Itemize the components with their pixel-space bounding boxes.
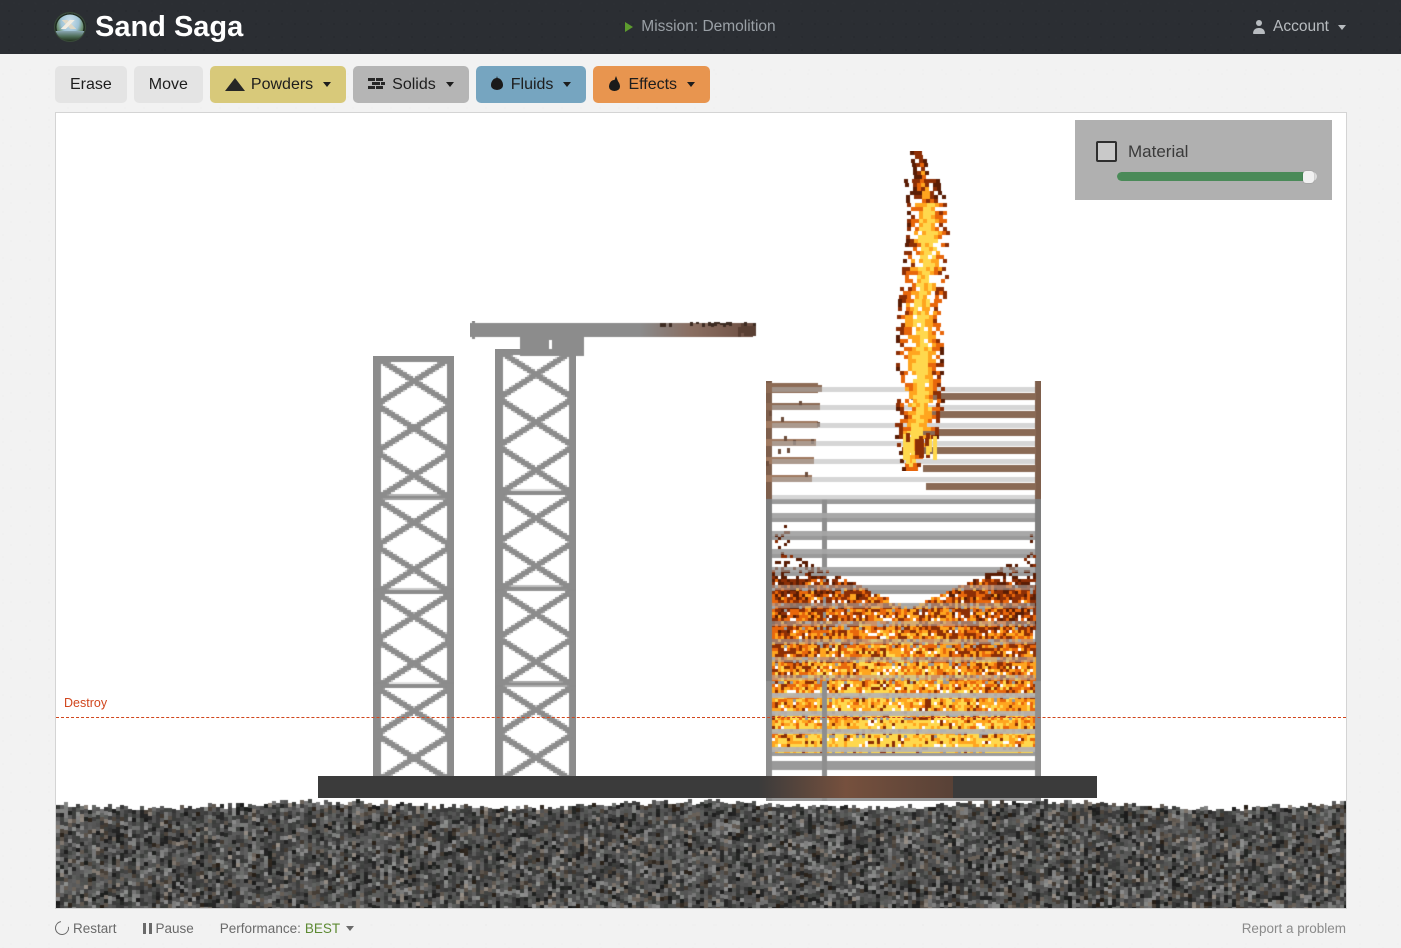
lattice-tower-right <box>495 349 576 780</box>
material-slider[interactable] <box>1117 170 1317 183</box>
chevron-down-icon <box>687 82 696 87</box>
mountain-icon <box>224 78 245 91</box>
account-label: Account <box>1272 18 1329 35</box>
tool-button-label: Fluids <box>510 75 554 93</box>
crane-boom <box>470 321 760 357</box>
mountain-lake-logo-icon <box>55 13 85 41</box>
brand-link[interactable]: Sand Saga <box>55 10 244 43</box>
flame-icon <box>608 75 621 93</box>
tool-button-effects[interactable]: Effects <box>593 66 711 103</box>
performance-value: BEST <box>304 920 341 936</box>
tool-button-powders[interactable]: Powders <box>209 66 347 103</box>
status-footer: Restart Pause Performance: BEST Report a… <box>0 909 1401 947</box>
tool-toolbar: Erase Move Powders Solids Fluids Effects <box>0 54 1401 112</box>
restart-button[interactable]: Restart <box>52 918 117 938</box>
material-slider-thumb[interactable] <box>1303 170 1314 183</box>
person-icon <box>1253 20 1266 34</box>
material-row: Material <box>1075 120 1332 162</box>
bricks-icon <box>368 77 386 92</box>
performance-label: Performance: <box>219 920 301 936</box>
chevron-down-icon <box>346 925 355 931</box>
destroy-marker-label: Destroy <box>64 696 108 710</box>
tool-button-label: Effects <box>628 75 678 93</box>
play-triangle-icon <box>625 22 634 32</box>
material-checkbox[interactable] <box>1096 141 1117 162</box>
material-slider-fill <box>1117 172 1311 181</box>
mission-label: Mission: Demolition <box>641 18 776 35</box>
stage-layer: Destroy <box>56 113 1346 908</box>
chevron-down-icon <box>1338 24 1346 30</box>
chevron-down-icon <box>563 82 572 87</box>
chevron-down-icon <box>445 82 454 87</box>
tool-button-move[interactable]: Move <box>133 66 203 103</box>
restart-label: Restart <box>73 920 117 936</box>
destroy-marker-line <box>56 717 1346 718</box>
tool-button-label: Erase <box>70 75 112 93</box>
performance-selector[interactable]: Performance: BEST <box>219 920 355 936</box>
pause-label: Pause <box>155 920 194 936</box>
tool-button-erase[interactable]: Erase <box>55 66 127 103</box>
droplet-icon <box>490 75 504 93</box>
tool-button-label: Move <box>148 75 188 93</box>
account-menu[interactable]: Account <box>1253 18 1346 36</box>
material-panel: Material <box>1075 120 1332 200</box>
restart-circular-arrow-icon <box>52 918 72 938</box>
report-problem-link[interactable]: Report a problem <box>1242 921 1346 936</box>
app-header: Sand Saga Mission: Demolition Account <box>0 0 1401 54</box>
simulation-canvas[interactable]: Destroy Material <box>55 112 1347 909</box>
material-label: Material <box>1128 141 1189 161</box>
flame-plume <box>861 151 971 471</box>
tool-button-fluids[interactable]: Fluids <box>475 66 587 103</box>
tool-button-label: Powders <box>250 75 314 93</box>
pause-icon <box>142 922 152 934</box>
tool-button-label: Solids <box>392 75 436 93</box>
chevron-down-icon <box>323 82 332 87</box>
pause-button[interactable]: Pause <box>142 920 194 936</box>
rubble-ground <box>56 792 1346 908</box>
app-title: Sand Saga <box>95 10 244 43</box>
tool-button-solids[interactable]: Solids <box>353 66 469 103</box>
